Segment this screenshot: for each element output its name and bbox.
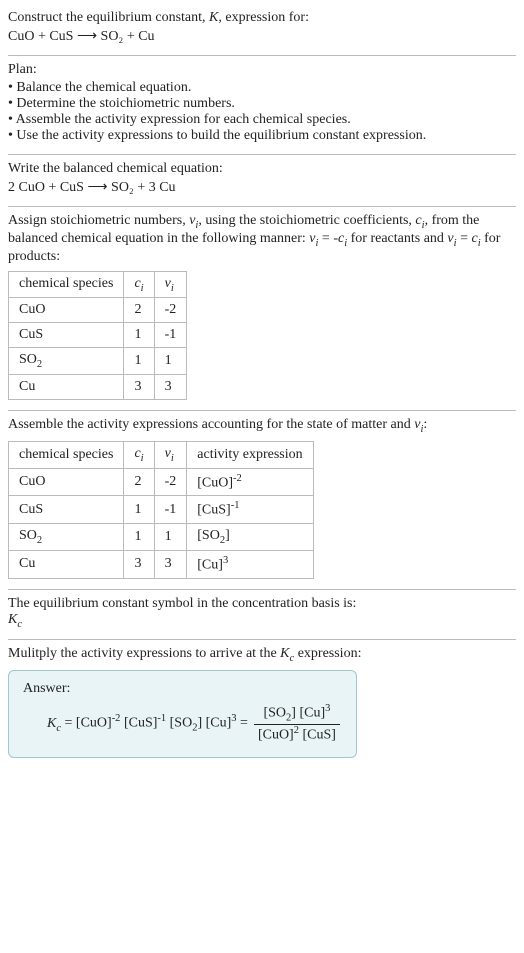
symbol-section: The equilibrium constant symbol in the c… [8, 590, 516, 640]
table-row: CuS 1 -1 [9, 323, 187, 348]
cell-ci: 1 [124, 348, 154, 375]
balanced-equation: 2 CuO + CuS ⟶ SO₂ + 3 Cu [8, 179, 516, 196]
table-row: SO2 1 1 [9, 348, 187, 375]
intro-section: Construct the equilibrium constant, K, e… [8, 4, 516, 55]
cell-expr: [Cu]3 [187, 550, 313, 578]
answer-label: Answer: [23, 681, 342, 697]
activity-table: chemical species ci νi activity expressi… [8, 441, 314, 579]
col-ci: ci [124, 271, 154, 298]
cell-species: CuS [9, 323, 124, 348]
answer-lhs: Kc = [CuO]-2 [CuS]-1 [SO2] [Cu]3 = [47, 713, 248, 733]
cell-ci: 1 [124, 524, 154, 551]
cell-expr: [CuO]-2 [187, 468, 313, 496]
cell-ci: 2 [124, 468, 154, 496]
answer-expression: Kc = [CuO]-2 [CuS]-1 [SO2] [Cu]3 = [SO2]… [23, 703, 342, 743]
table-row: CuS 1 -1 [CuS]-1 [9, 496, 314, 524]
table-row: Cu 3 3 [Cu]3 [9, 550, 314, 578]
cell-expr: [SO2] [187, 524, 313, 551]
table-header-row: chemical species ci νi activity expressi… [9, 441, 314, 468]
answer-fraction: [SO2] [Cu]3 [CuO]2 [CuS] [254, 703, 340, 743]
stoich-table: chemical species ci νi CuO 2 -2 CuS 1 -1… [8, 271, 187, 401]
cell-species: SO2 [9, 348, 124, 375]
col-expr: activity expression [187, 441, 313, 468]
table-header-row: chemical species ci νi [9, 271, 187, 298]
cell-vi: -2 [154, 298, 187, 323]
intro-equation: CuO + CuS ⟶ SO₂ + Cu [8, 28, 516, 45]
plan-heading: Plan: [8, 62, 516, 78]
cell-ci: 2 [124, 298, 154, 323]
cell-species: Cu [9, 375, 124, 400]
col-vi: νi [154, 441, 187, 468]
plan-item: • Use the activity expressions to build … [8, 128, 516, 144]
symbol-value: Kc [8, 612, 516, 630]
plan-section: Plan: • Balance the chemical equation. •… [8, 56, 516, 154]
stoich-section: Assign stoichiometric numbers, νi, using… [8, 207, 516, 410]
stoich-paragraph: Assign stoichiometric numbers, νi, using… [8, 213, 516, 265]
cell-expr: [CuS]-1 [187, 496, 313, 524]
cell-species: Cu [9, 550, 124, 578]
table-row: CuO 2 -2 [CuO]-2 [9, 468, 314, 496]
col-ci: ci [124, 441, 154, 468]
cell-vi: 1 [154, 524, 187, 551]
cell-vi: 3 [154, 375, 187, 400]
cell-ci: 1 [124, 496, 154, 524]
col-vi: νi [154, 271, 187, 298]
cell-vi: -1 [154, 496, 187, 524]
cell-vi: 3 [154, 550, 187, 578]
cell-vi: -2 [154, 468, 187, 496]
intro-line: Construct the equilibrium constant, K, e… [8, 10, 516, 26]
cell-ci: 1 [124, 323, 154, 348]
answer-box: Answer: Kc = [CuO]-2 [CuS]-1 [SO2] [Cu]3… [8, 670, 357, 758]
multiply-heading: Mulitply the activity expressions to arr… [8, 646, 516, 664]
cell-species: CuS [9, 496, 124, 524]
table-row: Cu 3 3 [9, 375, 187, 400]
cell-ci: 3 [124, 375, 154, 400]
col-species: chemical species [9, 441, 124, 468]
cell-species: CuO [9, 468, 124, 496]
multiply-section: Mulitply the activity expressions to arr… [8, 640, 516, 768]
col-species: chemical species [9, 271, 124, 298]
fraction-denominator: [CuO]2 [CuS] [254, 725, 340, 744]
cell-ci: 3 [124, 550, 154, 578]
cell-species: CuO [9, 298, 124, 323]
balanced-section: Write the balanced chemical equation: 2 … [8, 155, 516, 206]
activity-section: Assemble the activity expressions accoun… [8, 411, 516, 588]
table-row: CuO 2 -2 [9, 298, 187, 323]
activity-heading: Assemble the activity expressions accoun… [8, 417, 516, 435]
balanced-heading: Write the balanced chemical equation: [8, 161, 516, 177]
cell-vi: -1 [154, 323, 187, 348]
plan-item: • Balance the chemical equation. [8, 80, 516, 96]
symbol-heading: The equilibrium constant symbol in the c… [8, 596, 516, 612]
table-row: SO2 1 1 [SO2] [9, 524, 314, 551]
cell-vi: 1 [154, 348, 187, 375]
plan-item: • Determine the stoichiometric numbers. [8, 96, 516, 112]
cell-species: SO2 [9, 524, 124, 551]
plan-item: • Assemble the activity expression for e… [8, 112, 516, 128]
fraction-numerator: [SO2] [Cu]3 [254, 703, 340, 724]
plan-list: • Balance the chemical equation. • Deter… [8, 80, 516, 144]
